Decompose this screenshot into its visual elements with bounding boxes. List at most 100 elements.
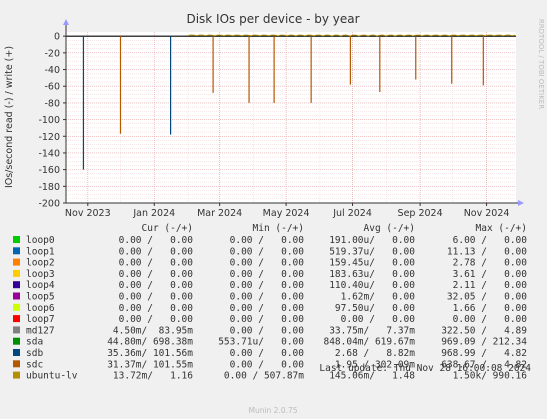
y-tick-label: -180 — [38, 182, 60, 193]
last-update: Last update: Thu Nov 28 16:00:08 2024 — [319, 363, 531, 374]
legend-value-avg: 2.68 / 8.82m — [335, 348, 415, 359]
legend-swatch — [13, 371, 20, 379]
legend-value-cur: 0.00 / 0.00 — [119, 292, 194, 303]
legend-name: loop2 — [26, 258, 55, 269]
x-tick-label: Mar 2024 — [197, 208, 242, 219]
y-tick-label: -60 — [44, 82, 60, 93]
legend-header: Avg (-/+) — [364, 223, 415, 234]
y-tick-label: -20 — [44, 48, 60, 59]
legend-swatch — [13, 247, 20, 255]
legend-value-avg: 848.04m/ 619.67m — [323, 337, 415, 348]
legend-value-cur: 0.00 / 0.00 — [119, 258, 194, 269]
legend-header: Min (-/+) — [253, 223, 304, 234]
y-tick-label: -40 — [44, 65, 60, 76]
legend-value-min: 0.00 / 0.00 — [230, 246, 305, 257]
legend-value-avg: 183.63u/ 0.00 — [329, 269, 415, 280]
legend-value-avg: 1.62m/ 0.00 — [341, 292, 416, 303]
legend-name: loop7 — [26, 314, 55, 325]
legend-name: loop0 — [26, 235, 55, 246]
legend-value-cur: 0.00 / 0.00 — [119, 303, 194, 314]
legend-swatch — [13, 236, 20, 243]
legend-swatch — [13, 337, 20, 345]
legend-value-avg: 519.37u/ 0.00 — [329, 246, 415, 257]
y-tick-label: -80 — [44, 98, 60, 109]
legend-name: loop1 — [26, 246, 55, 257]
x-tick-label: Sep 2024 — [398, 208, 443, 219]
legend-swatch — [13, 303, 20, 311]
legend-value-min: 0.00 / 0.00 — [230, 280, 305, 291]
x-tick-label: Nov 2023 — [65, 208, 111, 219]
x-tick-label: Jul 2024 — [332, 208, 372, 219]
legend-value-cur: 35.36m/ 101.56m — [107, 348, 193, 359]
legend-value-cur: 4.50m/ 83.95m — [113, 325, 193, 336]
munin-version: Munin 2.0.75 — [248, 406, 297, 415]
y-tick-label: -200 — [38, 199, 60, 210]
legend-name: loop3 — [26, 269, 55, 280]
legend-swatch — [13, 315, 20, 323]
legend-value-min: 0.00 / 0.00 — [230, 348, 305, 359]
legend-value-max: 2.78 / 0.00 — [453, 258, 528, 269]
y-tick-label: 0 — [54, 32, 60, 43]
legend-value-cur: 13.72m/ 1.16 — [113, 371, 193, 382]
legend-name: sdb — [26, 348, 43, 359]
y-tick-label: -160 — [38, 165, 60, 176]
legend-name: loop4 — [26, 280, 55, 291]
legend-value-cur: 0.00 / 0.00 — [119, 235, 194, 246]
legend-name: md127 — [26, 325, 55, 336]
legend-value-cur: 0.00 / 0.00 — [119, 280, 194, 291]
legend-value-min: 0.00 / 507.87m — [224, 371, 304, 382]
legend-value-max: 968.99 / 4.82 — [441, 348, 527, 359]
legend-value-cur: 44.80m/ 698.38m — [107, 337, 193, 348]
legend-value-min: 0.00 / 0.00 — [230, 235, 305, 246]
plot-area — [66, 32, 516, 203]
x-tick-label: Jan 2024 — [132, 208, 175, 219]
x-tick-label: Nov 2024 — [464, 208, 510, 219]
legend-value-max: 6.00 / 0.00 — [453, 235, 528, 246]
legend-value-min: 0.00 / 0.00 — [230, 258, 305, 269]
legend-value-max: 0.00 / 0.00 — [453, 314, 528, 325]
legend-name: loop5 — [26, 292, 55, 303]
legend-value-max: 32.05 / 0.00 — [447, 292, 527, 303]
legend-value-min: 0.00 / 0.00 — [230, 359, 305, 370]
y-tick-label: -120 — [38, 132, 60, 143]
legend-value-max: 11.13 / 0.00 — [447, 246, 527, 257]
legend-name: loop6 — [26, 303, 55, 314]
legend-value-max: 969.09 / 212.34 — [441, 337, 527, 348]
legend-swatch — [13, 292, 20, 300]
legend-value-min: 0.00 / 0.00 — [230, 303, 305, 314]
legend-value-max: 322.50 / 4.89 — [441, 325, 527, 336]
legend-value-avg: 97.50u/ 0.00 — [335, 303, 415, 314]
legend-header: Cur (-/+) — [142, 223, 193, 234]
legend-name: sda — [26, 337, 43, 348]
legend-value-max: 3.61 / 0.00 — [453, 269, 528, 280]
y-axis-label: IOs/second read (-) / write (+) — [4, 46, 15, 188]
legend-header: Max (-/+) — [476, 223, 527, 234]
legend-value-min: 0.00 / 0.00 — [230, 314, 305, 325]
chart-title: Disk IOs per device - by year — [186, 12, 359, 26]
legend-swatch — [13, 258, 20, 266]
rrdtool-credit: RRDTOOL / TOBI OETIKER — [537, 19, 545, 109]
legend-value-min: 0.00 / 0.00 — [230, 325, 305, 336]
legend-name: sdc — [26, 359, 43, 370]
x-tick-label: May 2024 — [263, 208, 310, 219]
legend-value-avg: 110.40u/ 0.00 — [329, 280, 415, 291]
munin-graph-image: 0 -20 -40 -60 -80 -100 -120 -140 -160 -180 -200 No… — [0, 0, 547, 419]
legend-value-avg: 0.00 / 0.00 — [341, 314, 416, 325]
legend-value-min: 0.00 / 0.00 — [230, 269, 305, 280]
legend-value-min: 0.00 / 0.00 — [230, 292, 305, 303]
legend-value-avg: 191.00u/ 0.00 — [329, 235, 415, 246]
legend-value-avg: 33.75m/ 7.37m — [329, 325, 415, 336]
legend-value-min: 553.71u/ 0.00 — [218, 337, 304, 348]
legend-value-cur: 0.00 / 0.00 — [119, 314, 194, 325]
legend-swatch — [13, 360, 20, 368]
legend-name: ubuntu-lv — [26, 371, 78, 382]
legend-value-cur: 0.00 / 0.00 — [119, 269, 194, 280]
y-tick-label: -140 — [38, 148, 60, 159]
chart-svg: 0 -20 -40 -60 -80 -100 -120 -140 -160 -180 -200 No… — [0, 0, 547, 419]
legend-value-cur: 0.00 / 0.00 — [119, 246, 194, 257]
legend-swatch — [13, 326, 20, 334]
legend-swatch — [13, 269, 20, 277]
y-tick-label: -100 — [38, 115, 60, 126]
legend-swatch — [13, 349, 20, 356]
legend-value-avg: 159.45u/ 0.00 — [329, 258, 415, 269]
